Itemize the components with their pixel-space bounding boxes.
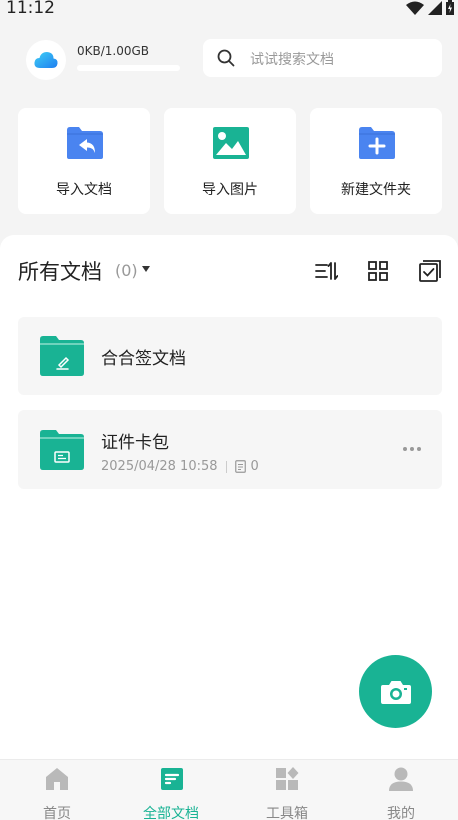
search-placeholder: 试试搜索文档	[250, 52, 334, 68]
profile-icon	[389, 767, 413, 791]
document-date: 2025/04/28 10:58	[101, 459, 218, 474]
status-time: 11:12	[6, 0, 55, 18]
cloud-avatar	[26, 40, 66, 80]
document-count: (0)	[115, 261, 138, 280]
battery-icon	[446, 0, 454, 15]
file-count: 0	[250, 459, 259, 474]
cloud-icon	[34, 52, 58, 68]
nav-label-home: 首页	[43, 806, 71, 820]
grid-view-icon[interactable]	[366, 259, 390, 283]
status-bar: 11:12	[0, 0, 458, 20]
storage-progress-bar	[77, 65, 180, 71]
nav-item-profile[interactable]: 我的	[344, 760, 458, 820]
new-folder-button[interactable]: 新建文件夹	[310, 108, 442, 214]
nav-label-profile: 我的	[387, 806, 415, 820]
section-title: 所有文档	[18, 260, 102, 284]
signal-icon	[428, 0, 442, 15]
all-documents-icon	[161, 768, 183, 790]
sort-icon[interactable]	[314, 259, 338, 283]
camera-icon	[380, 680, 411, 704]
file-count-icon	[234, 460, 246, 473]
import-image-icon	[213, 127, 249, 159]
import-document-button[interactable]: 导入文档	[18, 108, 150, 214]
nav-label-all-documents: 全部文档	[143, 806, 199, 820]
import-document-label: 导入文档	[56, 182, 112, 198]
list-item-sign-documents[interactable]: 合合签文档	[18, 317, 442, 395]
status-icons	[406, 0, 454, 15]
nav-item-all-documents[interactable]: 全部文档	[114, 760, 228, 820]
more-options-icon[interactable]	[402, 446, 422, 452]
bottom-navigation: 首页 全部文档 工具箱 我的	[0, 759, 458, 820]
import-image-button[interactable]: 导入图片	[164, 108, 296, 214]
storage-indicator[interactable]: 0KB/1.00GB	[26, 38, 186, 80]
document-name: 合合签文档	[101, 349, 186, 369]
storage-usage-text: 0KB/1.00GB	[77, 44, 150, 58]
search-icon	[217, 49, 235, 67]
nav-item-toolbox[interactable]: 工具箱	[230, 760, 344, 820]
camera-button[interactable]	[359, 655, 432, 728]
import-document-icon	[67, 127, 103, 159]
sign-folder-icon	[40, 336, 84, 376]
multi-select-icon[interactable]	[418, 259, 442, 283]
home-icon	[46, 768, 68, 790]
new-folder-label: 新建文件夹	[341, 182, 411, 198]
search-input[interactable]: 试试搜索文档	[203, 39, 442, 77]
import-image-label: 导入图片	[202, 182, 258, 198]
filter-dropdown-icon[interactable]	[142, 266, 150, 272]
wifi-icon	[406, 1, 424, 15]
id-card-folder-icon	[40, 430, 84, 470]
nav-item-home[interactable]: 首页	[0, 760, 114, 820]
meta-divider	[225, 460, 227, 473]
nav-label-toolbox: 工具箱	[266, 806, 308, 820]
toolbox-icon	[276, 767, 299, 790]
document-meta: 2025/04/28 10:58 0	[101, 459, 259, 474]
document-name: 证件卡包	[101, 433, 169, 453]
list-item-id-card-wallet[interactable]: 证件卡包 2025/04/28 10:58 0	[18, 410, 442, 489]
new-folder-icon	[359, 127, 395, 159]
